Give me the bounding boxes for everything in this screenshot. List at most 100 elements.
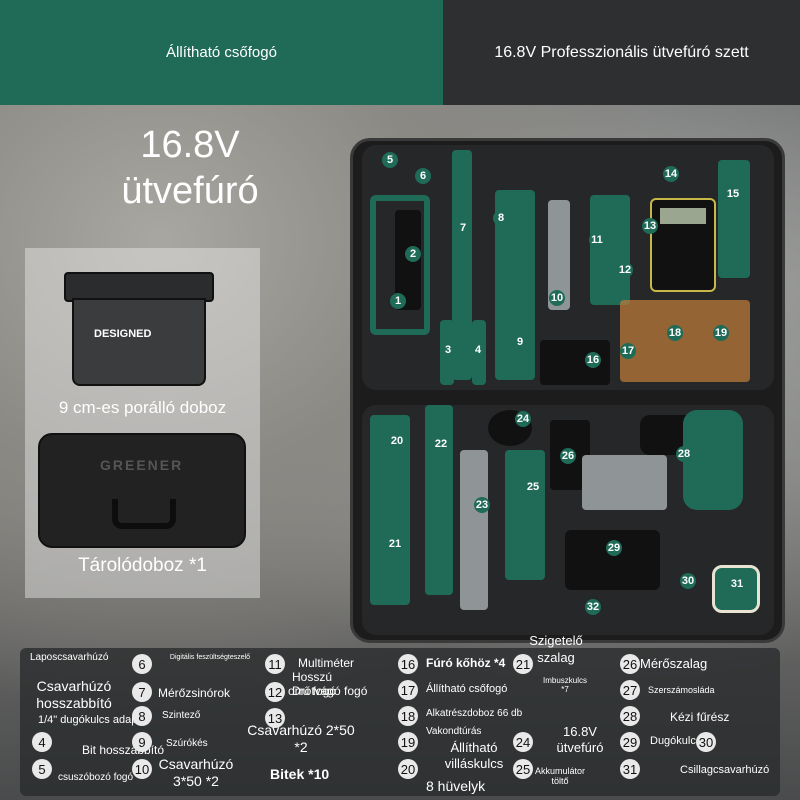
headline-line1: 16.8V (140, 124, 240, 166)
legend-item-1: Laposcsavarhúzó (30, 652, 109, 663)
parts-box (582, 455, 667, 510)
case-marker: 1 (390, 293, 406, 309)
legend-item-21: 8 hüvelyk (426, 778, 486, 794)
legend-number-7: 7 (132, 682, 152, 702)
case-marker: 12 (617, 262, 633, 278)
legend-number-16: 16 (398, 654, 418, 674)
battery-charger (565, 530, 660, 590)
storage-case-label: Tárolódoboz *1 (78, 555, 207, 576)
legend-item-5: csuszóbozó fogó (58, 772, 134, 783)
multimeter (650, 198, 716, 292)
legend-item-2: Csavarhúzó hosszabbító (36, 678, 112, 711)
legend-item-18: Alkatrészdoboz 66 db (426, 708, 523, 719)
legend-number-17: 17 (398, 680, 418, 700)
case-marker: 15 (725, 186, 741, 202)
case-marker: 31 (729, 576, 745, 592)
case-marker: 9 (512, 334, 528, 350)
case-marker: 25 (525, 479, 541, 495)
header-left-label: Állítható csőfogó (166, 44, 277, 61)
multimeter-screen (660, 208, 706, 224)
claw-hammer (425, 405, 453, 595)
legend-item-11: Multiméter (298, 656, 355, 670)
header-tab-right: 16.8V Professzionális ütvefúró szett (443, 0, 800, 105)
legend-item-7: Mérőzsinórok (158, 686, 231, 700)
case-marker: 24 (515, 411, 531, 427)
case-marker: 14 (663, 166, 679, 182)
legend-item-24: 16.8V ütvefúró (556, 724, 604, 755)
case-marker: 29 (606, 540, 622, 556)
legend-item-30: Csillagcsavarhúzó (680, 764, 770, 776)
case-marker: 8 (493, 210, 509, 226)
legend-number-29: 29 (620, 732, 640, 752)
legend-item-26: Mérőszalag (640, 656, 708, 671)
storage-case-logo: GREENER (100, 457, 184, 473)
case-marker: 4 (470, 342, 486, 358)
case-marker: 5 (382, 152, 398, 168)
legend-number-6: 6 (132, 654, 152, 674)
legend-number-4: 4 (32, 732, 52, 752)
legend-item-17: Állítható csőfogó (426, 683, 508, 695)
case-marker: 17 (620, 343, 636, 359)
legend-number-9: 9 (132, 732, 152, 752)
storage-case-image: GREENER (38, 433, 246, 548)
legend-item-6: Digitális feszültségteszelő (169, 654, 251, 661)
case-marker: 32 (585, 599, 601, 615)
legend-number-28: 28 (620, 706, 640, 726)
legend-item-8: Szintező (162, 710, 201, 721)
combination-pliers (370, 415, 410, 510)
case-marker: 22 (433, 436, 449, 452)
spirit-level (718, 160, 750, 278)
legend-number-20: 20 (398, 759, 418, 779)
case-marker: 19 (713, 325, 729, 341)
legend-item-16: Fúró kőhöz *4 (426, 656, 506, 670)
parts-legend: Laposcsavarhúzó Csavarhúzó hosszabbító 1… (20, 633, 780, 796)
legend-item-14: Csavarhúzó 2*50 *2 (247, 722, 355, 755)
legend-number-5: 5 (32, 759, 52, 779)
adjustable-wrench (460, 450, 488, 610)
case-marker: 3 (440, 342, 456, 358)
legend-item-15: Bitek *10 (270, 766, 330, 782)
legend-item-10: Csavarhúzó 3*50 *2 (158, 756, 234, 789)
legend-number-12: 12 (265, 682, 285, 702)
legend-number-24: 24 (513, 732, 533, 752)
case-marker: 26 (560, 448, 576, 464)
case-marker: 10 (549, 290, 565, 306)
dust-box-body (72, 298, 206, 386)
case-marker: 7 (455, 220, 471, 236)
case-marker: 23 (474, 497, 490, 513)
legend-item-28: Kézi fűrész (670, 710, 730, 724)
storage-case-handle (112, 499, 176, 529)
legend-item-23: Imbuszkulcs *7 (542, 676, 587, 694)
legend-number-30: 30 (696, 732, 716, 752)
legend-number-27: 27 (620, 680, 640, 700)
case-marker: 2 (405, 246, 421, 262)
legend-item-13: Drótvágó fogó (292, 684, 368, 698)
legend-number-21: 21 (513, 654, 533, 674)
legend-number-18: 18 (398, 706, 418, 726)
dust-box-image: DESIGNED (64, 272, 214, 387)
header-tab-left: Állítható csőfogó (0, 0, 443, 105)
headline-line2: ütvefúró (121, 170, 259, 212)
product-headline: 16.8V ütvefúró (95, 122, 285, 214)
case-marker: 20 (389, 433, 405, 449)
case-marker: 18 (667, 325, 683, 341)
water-pump-pliers (505, 450, 545, 580)
legend-item-9: Szúrókés (166, 738, 208, 749)
impact-drill (683, 410, 743, 510)
legend-number-26: 26 (620, 654, 640, 674)
case-marker: 21 (387, 536, 403, 552)
drill-bits (620, 300, 750, 382)
legend-item-20: Állítható villáskulcs (444, 740, 504, 771)
case-marker: 13 (642, 218, 658, 234)
legend-number-31: 31 (620, 759, 640, 779)
case-marker: 30 (680, 573, 696, 589)
dust-box-label: 9 cm-es porálló doboz (58, 398, 227, 417)
precision-screwdrivers (590, 195, 630, 305)
legend-item-25: Akkumulátor töltő (534, 766, 586, 786)
long-nose-pliers (370, 500, 410, 605)
legend-item-27: Szerszámosláda (648, 685, 715, 695)
case-marker: 28 (676, 446, 692, 462)
header-right-label: 16.8V Professzionális ütvefúró szett (494, 43, 749, 61)
case-marker: 6 (415, 168, 431, 184)
legend-number-19: 19 (398, 732, 418, 752)
